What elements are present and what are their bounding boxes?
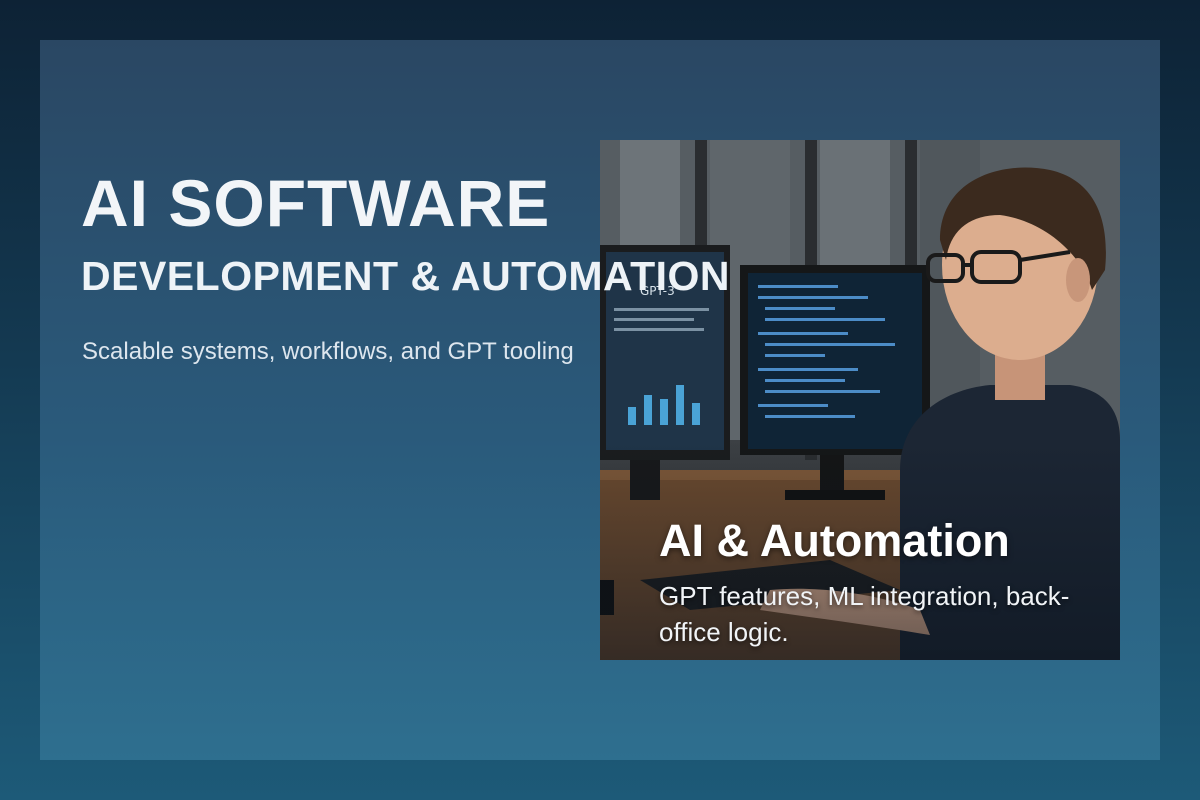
chart-bar bbox=[676, 385, 684, 425]
chart-bar bbox=[660, 399, 668, 425]
hero-title: AI SOFTWARE bbox=[81, 166, 551, 240]
hero-tagline: Scalable systems, workflows, and GPT too… bbox=[82, 338, 574, 365]
chart-bar bbox=[644, 395, 652, 425]
feature-title: AI & Automation bbox=[659, 515, 1010, 566]
feature-description: GPT features, ML integration, back-offic… bbox=[659, 581, 1070, 648]
hero-subtitle: DEVELOPMENT & AUTOMATION bbox=[81, 253, 731, 299]
feature-card-photo: GPT-3 AI & Automation GPT features, ML i… bbox=[600, 140, 1120, 660]
chart-bar bbox=[692, 403, 700, 425]
chart-bar bbox=[628, 407, 636, 425]
